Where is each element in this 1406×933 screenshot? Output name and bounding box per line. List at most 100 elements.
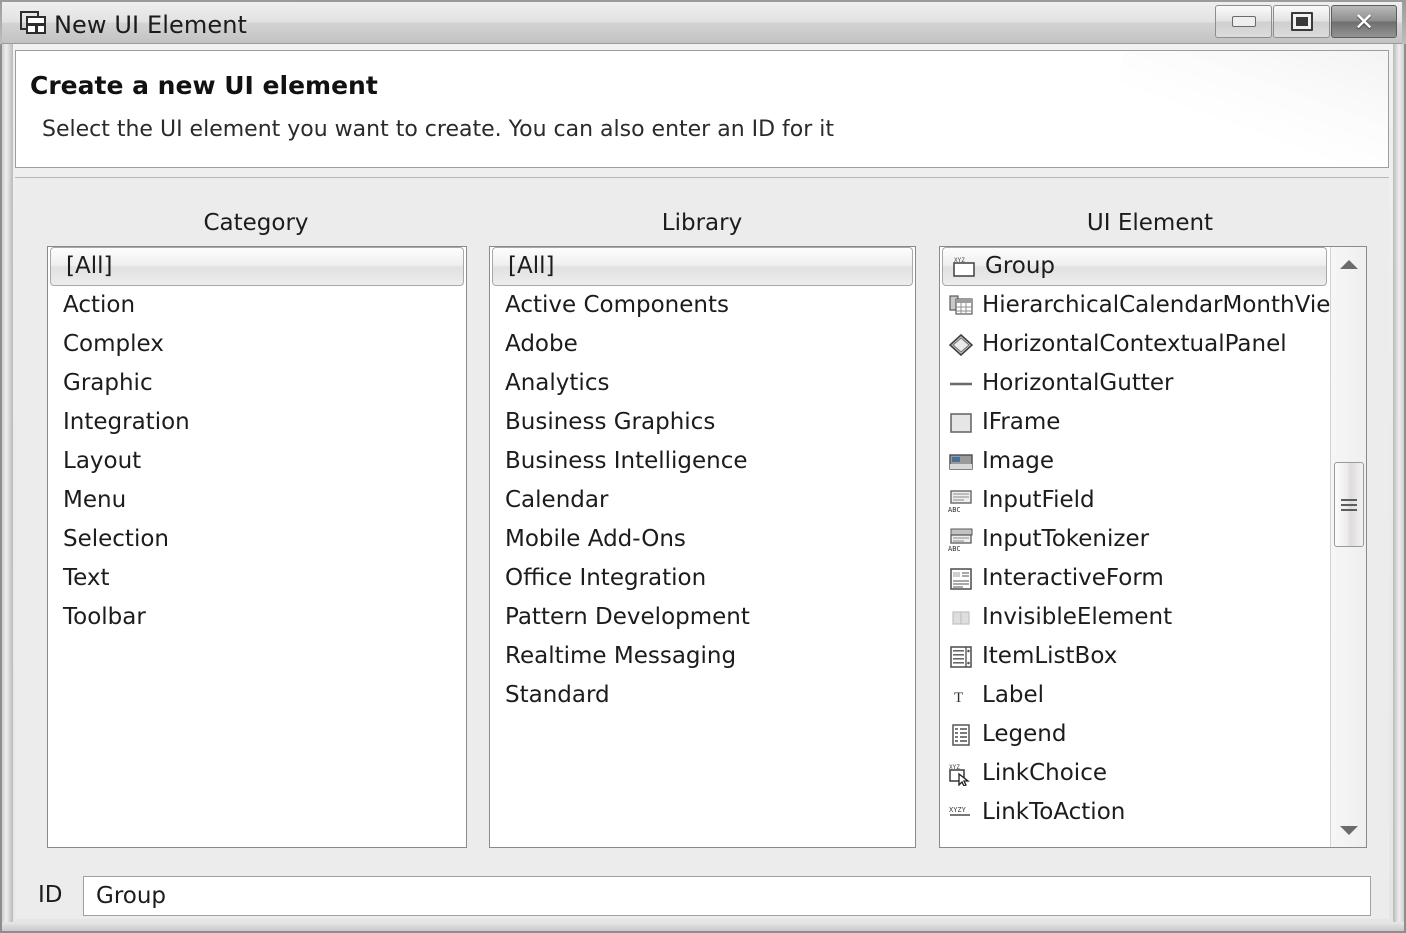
library-item[interactable]: Adobe bbox=[490, 325, 915, 364]
close-button[interactable]: ✕ bbox=[1331, 5, 1397, 38]
ui-element-item-label: InputTokenizer bbox=[982, 526, 1150, 552]
frame-box-icon bbox=[948, 410, 974, 436]
ui-element-item[interactable]: IFrame bbox=[940, 403, 1329, 442]
library-item[interactable]: Business Intelligence bbox=[490, 442, 915, 481]
category-item[interactable]: Integration bbox=[48, 403, 466, 442]
library-item[interactable]: Business Graphics bbox=[490, 403, 915, 442]
ui-element-item-label: InvisibleElement bbox=[982, 604, 1173, 630]
library-item[interactable]: Active Components bbox=[490, 286, 915, 325]
dialog-root: ███ ████ █████ ██████ ███ New UI Element bbox=[0, 0, 1406, 933]
category-item-label: Complex bbox=[63, 331, 164, 357]
id-input[interactable]: Group bbox=[83, 876, 1371, 916]
category-item-label: Text bbox=[63, 565, 110, 591]
category-item-label: Toolbar bbox=[63, 604, 146, 630]
ui-element-item[interactable]: InteractiveForm bbox=[940, 559, 1329, 598]
library-item[interactable]: Mobile Add-Ons bbox=[490, 520, 915, 559]
category-item-label: Integration bbox=[63, 409, 190, 435]
library-item[interactable]: Office Integration bbox=[490, 559, 915, 598]
maximize-button[interactable] bbox=[1273, 5, 1330, 38]
scroll-up-button[interactable] bbox=[1333, 249, 1365, 279]
item-list-box-icon bbox=[948, 644, 974, 670]
id-label: ID bbox=[38, 882, 63, 908]
title-bar: New UI Element ✕ bbox=[2, 2, 1402, 44]
scrollbar-thumb[interactable] bbox=[1334, 462, 1364, 547]
header-decoration-inner bbox=[1118, 51, 1388, 167]
text-label-icon: T bbox=[948, 683, 974, 709]
ui-element-item[interactable]: Image bbox=[940, 442, 1329, 481]
ui-element-item[interactable]: Legend bbox=[940, 715, 1329, 754]
ui-element-item[interactable]: InvisibleElement bbox=[940, 598, 1329, 637]
input-field-icon: ABC bbox=[948, 488, 974, 514]
interactive-form-icon bbox=[948, 566, 974, 592]
ui-element-item[interactable]: XYZ LinkChoice bbox=[940, 754, 1329, 793]
category-item-label: Graphic bbox=[63, 370, 153, 396]
window-frame-left bbox=[2, 44, 13, 931]
invisible-element-icon bbox=[948, 605, 974, 631]
minimize-icon bbox=[1231, 16, 1256, 27]
ui-element-listbox[interactable]: XYZ Group HierarchicalCalendarMonthView Hor… bbox=[939, 246, 1367, 848]
grip-icon bbox=[1341, 496, 1357, 514]
diamond-panel-icon bbox=[948, 332, 974, 358]
horizontal-line-icon bbox=[948, 371, 974, 397]
library-item[interactable]: Standard bbox=[490, 676, 915, 715]
library-item[interactable]: Pattern Development bbox=[490, 598, 915, 637]
window-controls: ✕ bbox=[1214, 5, 1397, 38]
ui-element-scrollbar[interactable] bbox=[1330, 247, 1366, 847]
ui-element-item[interactable]: XYZY LinkToAction bbox=[940, 793, 1329, 832]
library-item-label: Adobe bbox=[505, 331, 578, 357]
ui-element-item[interactable]: ItemListBox bbox=[940, 637, 1329, 676]
library-item-label: Realtime Messaging bbox=[505, 643, 737, 669]
input-tokenizer-icon: ABC bbox=[948, 527, 974, 553]
category-item[interactable]: Layout bbox=[48, 442, 466, 481]
image-icon bbox=[948, 449, 974, 475]
library-item[interactable]: Analytics bbox=[490, 364, 915, 403]
library-item-label: Business Graphics bbox=[505, 409, 716, 435]
element-column-label: UI Element bbox=[1086, 210, 1214, 236]
category-listbox[interactable]: [All] Action Complex Graphic Integration Layo… bbox=[47, 246, 467, 848]
legend-icon bbox=[948, 722, 974, 748]
library-item-label: [All] bbox=[508, 253, 555, 279]
window-title: New UI Element bbox=[54, 11, 248, 39]
link-to-action-icon: XYZY bbox=[948, 800, 974, 826]
chevron-up-icon bbox=[1340, 259, 1358, 269]
category-column-label: Category bbox=[203, 210, 309, 236]
ui-element-item-label: Group bbox=[985, 253, 1056, 279]
ui-element-item-label: HorizontalGutter bbox=[982, 370, 1174, 396]
ui-element-item-label: Label bbox=[982, 682, 1045, 708]
ui-element-item[interactable]: ABC InputField bbox=[940, 481, 1329, 520]
category-item[interactable]: Toolbar bbox=[48, 598, 466, 637]
svg-text:XYZY: XYZY bbox=[949, 806, 967, 814]
ui-element-item-label: Image bbox=[982, 448, 1055, 474]
category-item-label: Selection bbox=[63, 526, 169, 552]
minimize-button[interactable] bbox=[1215, 5, 1272, 38]
ui-element-item[interactable]: HierarchicalCalendarMonthView bbox=[940, 286, 1349, 325]
category-item[interactable]: Text bbox=[48, 559, 466, 598]
category-item[interactable]: Menu bbox=[48, 481, 466, 520]
ui-element-item-label: IFrame bbox=[982, 409, 1061, 435]
category-item-label: Layout bbox=[63, 448, 142, 474]
ui-element-item[interactable]: HorizontalContextualPanel bbox=[940, 325, 1329, 364]
category-item[interactable]: [All] bbox=[50, 247, 464, 286]
ui-element-item[interactable]: HorizontalGutter bbox=[940, 364, 1329, 403]
ui-element-item[interactable]: XYZ Group bbox=[942, 247, 1327, 286]
category-item-label: Action bbox=[63, 292, 136, 318]
category-item[interactable]: Graphic bbox=[48, 364, 466, 403]
ui-element-item[interactable]: ABC InputTokenizer bbox=[940, 520, 1329, 559]
library-item[interactable]: [All] bbox=[492, 247, 913, 286]
category-item[interactable]: Action bbox=[48, 286, 466, 325]
library-item-label: Office Integration bbox=[505, 565, 707, 591]
calendar-grid-icon bbox=[948, 293, 974, 319]
category-item-label: [All] bbox=[66, 253, 113, 279]
library-item[interactable]: Calendar bbox=[490, 481, 915, 520]
library-item-label: Pattern Development bbox=[505, 604, 750, 630]
scroll-down-button[interactable] bbox=[1333, 815, 1365, 845]
library-listbox[interactable]: [All] Active Components Adobe Analytics Busi… bbox=[489, 246, 916, 848]
svg-text:ABC: ABC bbox=[948, 506, 961, 513]
group-icon: XYZ bbox=[951, 254, 977, 280]
category-item[interactable]: Selection bbox=[48, 520, 466, 559]
ui-element-item[interactable]: T Label bbox=[940, 676, 1329, 715]
window-frame-bottom bbox=[2, 922, 1404, 931]
ui-element-item-label: InteractiveForm bbox=[982, 565, 1164, 591]
category-item[interactable]: Complex bbox=[48, 325, 466, 364]
library-item[interactable]: Realtime Messaging bbox=[490, 637, 915, 676]
